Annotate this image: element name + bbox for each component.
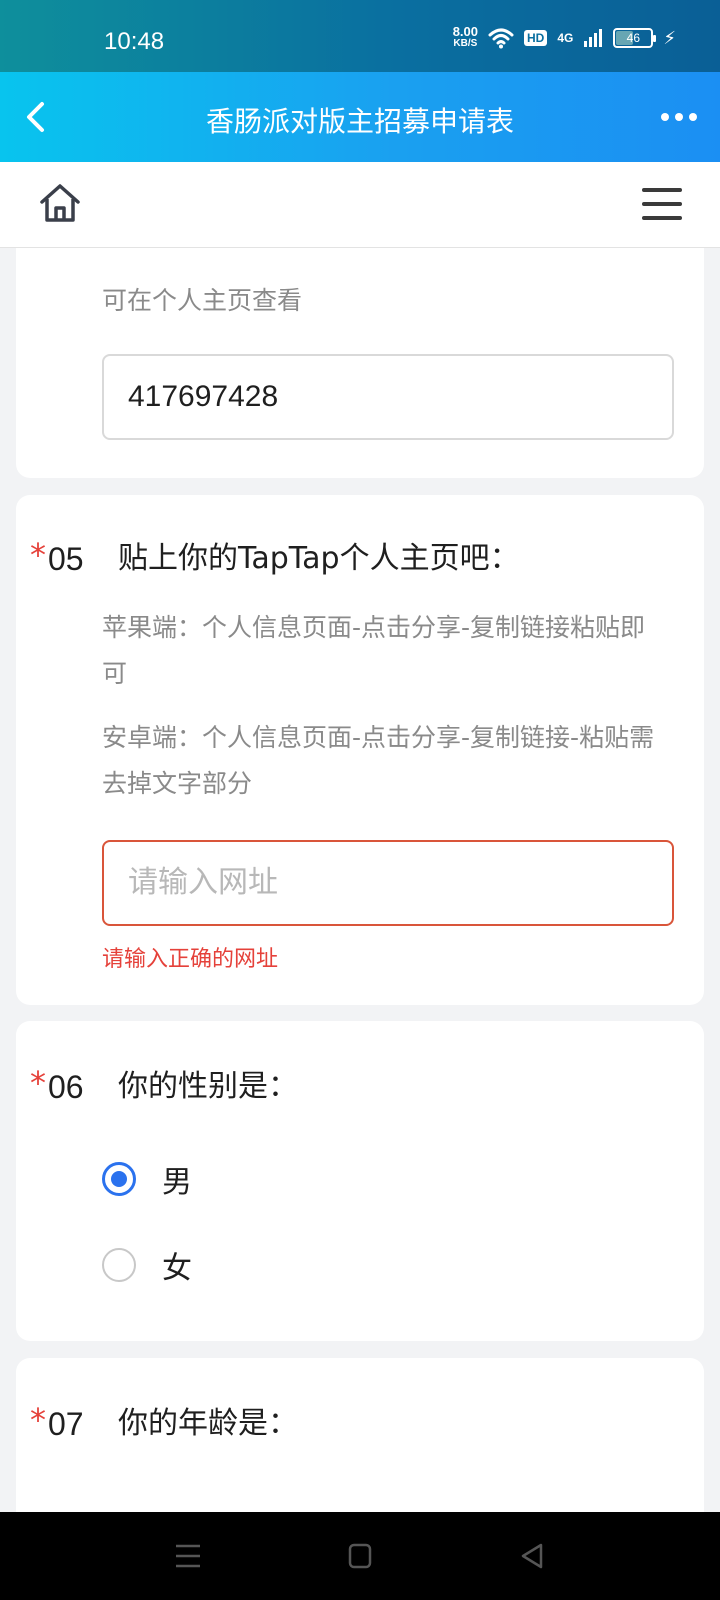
page-title: 香肠派对版主招募申请表 (205, 105, 514, 138)
question-card-07: * 07 你的年龄是： (16, 1358, 704, 1512)
status-bar: 10:48 8.00 KB/S HD 4G 46 ⚡ (0, 0, 720, 72)
triangle-back-icon (521, 1543, 543, 1569)
radio-option-female[interactable]: 女 (102, 1243, 192, 1287)
hd-badge: HD (524, 30, 548, 46)
battery-icon: 46 (613, 28, 657, 48)
question-title: 你的性别是： (118, 1069, 298, 1104)
question-number: 05 (48, 541, 84, 577)
signal-icon (584, 29, 603, 47)
speed-unit: KB/S (453, 38, 478, 49)
home-button[interactable] (36, 180, 84, 228)
system-nav-bar (0, 1512, 720, 1600)
menu-line-icon (642, 188, 682, 192)
question-hint-android: 安卓端：个人信息页面-点击分享-复制链接-粘贴需去掉文字部分 (102, 723, 655, 798)
status-icons: 8.00 KB/S HD 4G 46 ⚡ (452, 24, 676, 50)
user-id-input[interactable]: 417697428 (102, 354, 674, 440)
question-header: * 06 你的性别是： (30, 1067, 298, 1107)
menu-line-icon (642, 216, 682, 220)
question-header: * 05 贴上你的TapTap个人主页吧： (30, 539, 520, 579)
required-mark: * (30, 1401, 46, 1439)
menu-line-icon (642, 202, 682, 206)
more-options-button[interactable] (652, 94, 706, 140)
question-card-06: * 06 你的性别是： 男 女 (16, 1021, 704, 1341)
question-hint: 可在个人主页查看 (102, 286, 303, 315)
question-title: 你的年龄是： (118, 1406, 298, 1441)
toolbar (0, 162, 720, 248)
more-dot-icon (675, 113, 683, 121)
question-title: 贴上你的TapTap个人主页吧： (118, 541, 520, 576)
form-content[interactable]: 可在个人主页查看 417697428 * 05 贴上你的TapTap个人主页吧：… (0, 248, 720, 1512)
radio-label: 男 (162, 1165, 192, 1200)
menu-button[interactable] (642, 182, 682, 226)
more-dot-icon (689, 113, 697, 121)
home-icon (40, 184, 80, 222)
required-mark: * (30, 1064, 46, 1102)
required-mark: * (30, 536, 46, 574)
network-type: 4G (557, 31, 574, 45)
square-icon (348, 1543, 372, 1569)
radio-button[interactable] (102, 1248, 136, 1282)
error-message: 请输入正确的网址 (102, 947, 279, 972)
radio-label: 女 (162, 1251, 192, 1286)
question-header: * 07 你的年龄是： (30, 1404, 298, 1444)
question-hint-ios: 苹果端：个人信息页面-点击分享-复制链接粘贴即可 (102, 613, 646, 688)
question-number: 06 (48, 1069, 84, 1105)
url-input-placeholder: 请输入网址 (128, 865, 278, 900)
radio-option-male[interactable]: 男 (102, 1157, 192, 1201)
radio-button-checked[interactable] (102, 1162, 136, 1196)
network-speed: 8.00 KB/S (452, 24, 478, 50)
url-input[interactable]: 请输入网址 (102, 840, 674, 926)
home-nav-button[interactable] (336, 1532, 384, 1580)
recents-button[interactable] (164, 1532, 212, 1580)
question-card-05: * 05 贴上你的TapTap个人主页吧： 苹果端：个人信息页面-点击分享-复制… (16, 495, 704, 1005)
title-bar: 香肠派对版主招募申请表 (0, 72, 720, 162)
question-number: 07 (48, 1406, 84, 1442)
question-card-04: 可在个人主页查看 417697428 (16, 248, 704, 478)
back-nav-button[interactable] (508, 1532, 556, 1580)
more-dot-icon (661, 113, 669, 121)
battery-level: 46 (626, 31, 641, 45)
recents-icon (176, 1544, 200, 1568)
status-time: 10:48 (104, 28, 165, 55)
speed-value: 8.00 (452, 24, 478, 39)
charging-icon: ⚡ (663, 27, 676, 49)
wifi-icon (488, 28, 514, 49)
